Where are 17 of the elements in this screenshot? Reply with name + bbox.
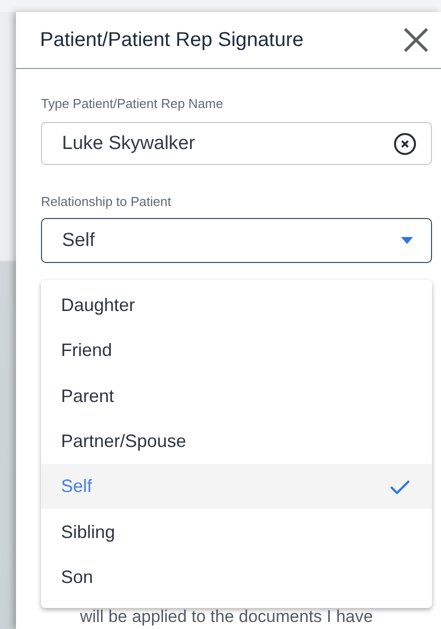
field-label: Relationship to Patient: [41, 194, 172, 210]
close-button[interactable]: [401, 25, 431, 55]
dropdown-option[interactable]: Daughter: [41, 283, 432, 328]
caret-icon: [401, 237, 413, 244]
dropdown-option[interactable]: Self: [41, 464, 432, 510]
dropdown-option[interactable]: Sibling: [41, 509, 432, 555]
dropdown-option[interactable]: Partner/Spouse: [41, 418, 432, 464]
dialog-title: Patient/Patient Rep Signature: [40, 28, 305, 52]
dropdown-option[interactable]: Friend: [41, 328, 432, 374]
clear-icon[interactable]: [393, 132, 417, 156]
dropdown-option[interactable]: Son: [41, 554, 432, 600]
close-icon: [401, 25, 431, 55]
dropdown-option[interactable]: Parent: [41, 374, 432, 419]
field-label: Type Patient/Patient Rep Name: [41, 96, 224, 112]
body-text: will be applied to the documents I have: [80, 607, 373, 627]
relationship-dropdown[interactable]: Self: [41, 218, 432, 263]
name-field[interactable]: Luke Skywalker: [41, 122, 432, 165]
